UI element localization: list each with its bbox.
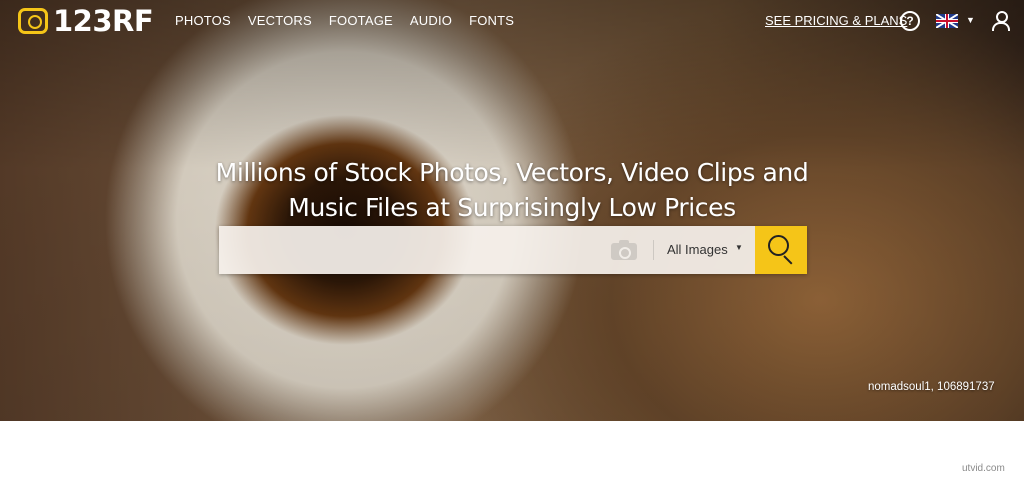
search-input[interactable] [219, 226, 599, 274]
help-icon[interactable]: ? [900, 11, 920, 31]
search-icon [768, 235, 789, 256]
main-nav: PHOTOS VECTORS FOOTAGE AUDIO FONTS [175, 13, 531, 28]
uk-flag-icon[interactable] [936, 14, 958, 28]
nav-link-photos[interactable]: PHOTOS [175, 13, 231, 28]
watermark: utvid.com [962, 463, 1005, 474]
top-navbar: 123RF PHOTOS VECTORS FOOTAGE AUDIO FONTS… [0, 0, 1024, 42]
search-button[interactable] [755, 226, 807, 274]
nav-link-vectors[interactable]: VECTORS [248, 13, 312, 28]
search-bar: All Images ▼ [219, 226, 807, 274]
logo-text: 123RF [53, 4, 154, 38]
hero-headline: Millions of Stock Photos, Vectors, Video… [215, 157, 809, 222]
chevron-down-icon[interactable]: ▼ [966, 15, 975, 25]
photo-credit: nomadsoul1, 106891737 [868, 381, 995, 393]
site-logo[interactable]: 123RF [18, 4, 154, 38]
nav-link-fonts[interactable]: FONTS [469, 13, 514, 28]
dropdown-caret-icon[interactable]: ▼ [735, 243, 743, 252]
logo-camera-icon [18, 8, 48, 34]
pricing-link[interactable]: SEE PRICING & PLANS [765, 13, 907, 28]
search-divider [653, 240, 654, 260]
nav-link-footage[interactable]: FOOTAGE [329, 13, 393, 28]
nav-link-audio[interactable]: AUDIO [410, 13, 452, 28]
image-type-dropdown[interactable]: All Images [667, 242, 728, 257]
hero-banner: 123RF PHOTOS VECTORS FOOTAGE AUDIO FONTS… [0, 0, 1024, 421]
camera-icon[interactable] [611, 239, 639, 261]
user-icon[interactable] [991, 10, 1011, 32]
